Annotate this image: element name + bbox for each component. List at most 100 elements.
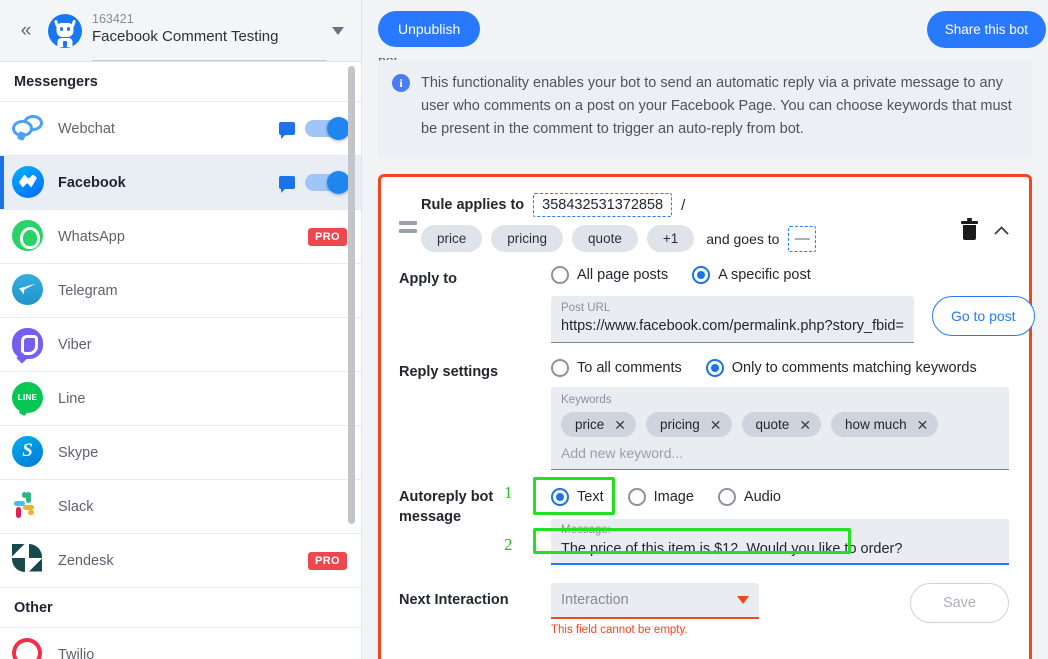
goes-to-value[interactable]: —	[788, 225, 817, 252]
comment-rule-card: Rule applies to 358432531372858 / price …	[378, 174, 1035, 659]
sidebar-collapse-icon[interactable]: «	[10, 16, 40, 46]
chevron-down-icon[interactable]	[327, 26, 349, 35]
telegram-icon	[12, 273, 46, 308]
sidebar-item-label: Slack	[58, 498, 94, 515]
sidebar-item-label: WhatsApp	[58, 228, 125, 245]
channel-list: Messengers Webchat Facebook WhatsApp PRO…	[0, 62, 361, 659]
rule-header: Rule applies to 358432531372858 / price …	[399, 191, 1009, 252]
sidebar-item-label: Webchat	[58, 120, 115, 137]
keywords-field[interactable]: Keywords price ✕ pricing ✕ quote ✕ how m…	[551, 387, 1009, 470]
summary-keyword-chip: pricing	[491, 225, 564, 252]
sidebar-item-line[interactable]: LINE Line	[0, 372, 361, 426]
main-panel: bot. i This functionality enables your b…	[362, 0, 1048, 659]
sidebar-item-telegram[interactable]: Telegram	[0, 264, 361, 318]
channels-sidebar: « 163421 Facebook Comment Testing Messen…	[0, 0, 362, 659]
bot-selector-header[interactable]: « 163421 Facebook Comment Testing	[0, 0, 361, 62]
pro-badge: PRO	[307, 227, 347, 246]
goes-to-label: and goes to	[706, 230, 780, 247]
radio-to-all-comments-label: To all comments	[577, 360, 682, 376]
interaction-select-value: Interaction	[561, 592, 629, 608]
trash-icon[interactable]	[961, 218, 978, 240]
sidebar-item-webchat[interactable]: Webchat	[0, 102, 361, 156]
channel-toggle[interactable]	[305, 171, 350, 194]
pro-badge: PRO	[307, 551, 347, 570]
sidebar-scrollbar-thumb[interactable]	[348, 66, 355, 524]
go-to-post-button[interactable]: Go to post	[931, 296, 1035, 336]
sidebar-item-label: Line	[58, 390, 86, 407]
section-header-other: Other	[0, 588, 361, 628]
radio-all-page-posts[interactable]	[551, 266, 569, 284]
skype-icon: S	[12, 435, 46, 470]
add-keyword-input[interactable]: Add new keyword...	[561, 439, 999, 465]
annotation-step-2: 2	[504, 535, 513, 554]
sidebar-item-slack[interactable]: Slack	[0, 480, 361, 534]
keyword-chip: quote ✕	[741, 412, 822, 437]
sidebar-item-whatsapp[interactable]: WhatsApp PRO	[0, 210, 361, 264]
webchat-icon	[12, 112, 46, 146]
save-button[interactable]: Save	[909, 583, 1009, 623]
facebook-icon	[12, 165, 46, 200]
radio-type-text-label: Text	[577, 489, 604, 505]
autoreply-label: Autoreply bot message	[399, 484, 551, 527]
apply-to-row: Apply to All page posts A specific post …	[399, 266, 1035, 343]
chevron-up-icon[interactable]	[994, 223, 1009, 239]
close-icon[interactable]: ✕	[614, 418, 626, 432]
keyword-chip-label: price	[575, 417, 605, 432]
whatsapp-icon	[12, 219, 46, 254]
radio-type-image[interactable]	[627, 488, 646, 506]
radio-matching-keywords[interactable]	[705, 359, 724, 377]
next-interaction-row: Next Interaction Interaction This field …	[399, 581, 1009, 636]
radio-type-image-label: Image	[653, 489, 694, 505]
chevron-down-icon[interactable]	[737, 596, 749, 604]
radio-specific-post[interactable]	[692, 266, 711, 284]
radio-type-audio-label: Audio	[743, 489, 781, 505]
next-interaction-label: Next Interaction	[399, 592, 509, 608]
close-icon[interactable]: ✕	[710, 418, 722, 432]
keywords-label: Keywords	[561, 394, 612, 406]
apply-to-label: Apply to	[399, 271, 457, 287]
sidebar-scrollbar[interactable]	[348, 62, 355, 642]
message-field-value: The price of this item is $12. Would you…	[561, 541, 903, 557]
post-url-field[interactable]: Post URL https://www.facebook.com/permal…	[551, 296, 914, 343]
sidebar-item-twilio[interactable]: Twilio	[0, 628, 361, 659]
bot-name: Facebook Comment Testing	[92, 28, 279, 45]
autoreply-label-line2: message	[399, 509, 462, 525]
sidebar-item-skype[interactable]: S Skype	[0, 426, 361, 480]
radio-type-text[interactable]	[551, 488, 569, 506]
message-icon[interactable]	[279, 176, 295, 193]
interaction-select[interactable]: Interaction	[551, 583, 759, 619]
interaction-error-text: This field cannot be empty.	[551, 624, 688, 636]
sidebar-item-zendesk[interactable]: Zendesk PRO	[0, 534, 361, 588]
top-action-bar: Unpublish Share this bot	[362, 0, 1048, 58]
annotation-step-1: 1	[504, 483, 513, 502]
sidebar-item-label: Twilio	[58, 646, 95, 659]
reply-settings-row: Reply settings To all comments Only to c…	[399, 359, 1009, 470]
rule-page-id[interactable]: 358432531372858	[533, 193, 673, 217]
app-root: « 163421 Facebook Comment Testing Messen…	[0, 0, 1048, 659]
keyword-chip-label: pricing	[660, 417, 700, 432]
share-bot-button[interactable]: Share this bot	[926, 10, 1046, 48]
channel-toggle[interactable]	[305, 117, 350, 140]
radio-to-all-comments[interactable]	[551, 359, 569, 377]
close-icon[interactable]: ✕	[799, 418, 811, 432]
sidebar-item-viber[interactable]: Viber	[0, 318, 361, 372]
close-icon[interactable]: ✕	[917, 418, 929, 432]
bot-avatar	[48, 13, 82, 48]
unpublish-button[interactable]: Unpublish	[378, 11, 481, 47]
post-url-label: Post URL	[561, 302, 611, 314]
sidebar-item-label: Viber	[58, 336, 92, 353]
sidebar-item-label: Skype	[58, 444, 99, 461]
radio-type-audio[interactable]	[717, 488, 736, 506]
autoreply-row: Autoreply bot message Text Image Audio M…	[399, 484, 1009, 565]
drag-handle-icon[interactable]	[399, 221, 421, 237]
zendesk-icon	[12, 543, 46, 578]
slack-icon	[12, 490, 46, 524]
post-url-value: https://www.facebook.com/permalink.php?s…	[561, 318, 904, 334]
keyword-chip-label: quote	[755, 417, 790, 432]
message-field[interactable]: Message: The price of this item is $12. …	[551, 519, 1009, 565]
summary-keyword-more-chip: +1	[646, 225, 695, 252]
message-icon[interactable]	[279, 122, 295, 139]
message-field-label: Message:	[561, 524, 611, 536]
summary-keyword-chip: price	[421, 225, 483, 252]
sidebar-item-facebook[interactable]: Facebook	[0, 156, 361, 210]
